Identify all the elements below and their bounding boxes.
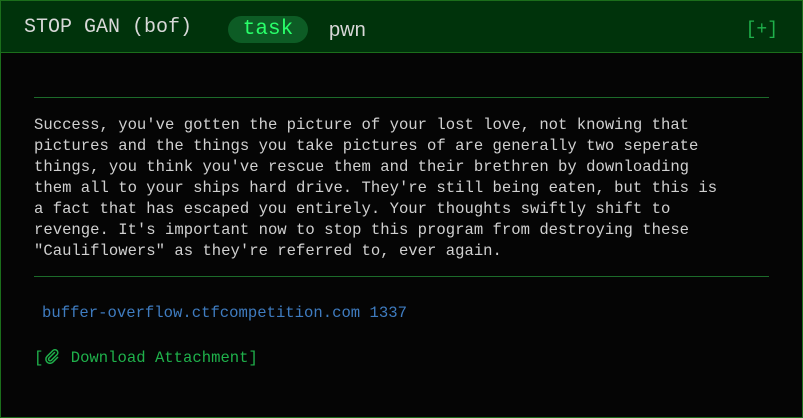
category-label: pwn (329, 19, 366, 41)
challenge-title: STOP GAN (bof) (24, 16, 193, 39)
download-close-bracket: ] (248, 349, 258, 367)
challenge-header[interactable]: STOP GAN (bof) task pwn [+] (1, 1, 802, 53)
expand-toggle[interactable]: [+] (746, 19, 778, 41)
divider-top (34, 97, 769, 98)
challenge-host[interactable]: buffer-overflow.ctfcompetition.com 1337 (42, 303, 407, 323)
task-badge: task (228, 16, 308, 43)
download-label: Download Attachment (70, 349, 249, 367)
divider-bottom (34, 276, 769, 277)
challenge-description: Success, you've gotten the picture of yo… (34, 116, 718, 260)
challenge-card: STOP GAN (bof) task pwn [+] Success, you… (0, 0, 803, 418)
download-open-bracket: [ (34, 349, 44, 367)
paperclip-icon (44, 348, 60, 370)
download-attachment-link[interactable]: [ Download Attachment] (34, 348, 258, 370)
